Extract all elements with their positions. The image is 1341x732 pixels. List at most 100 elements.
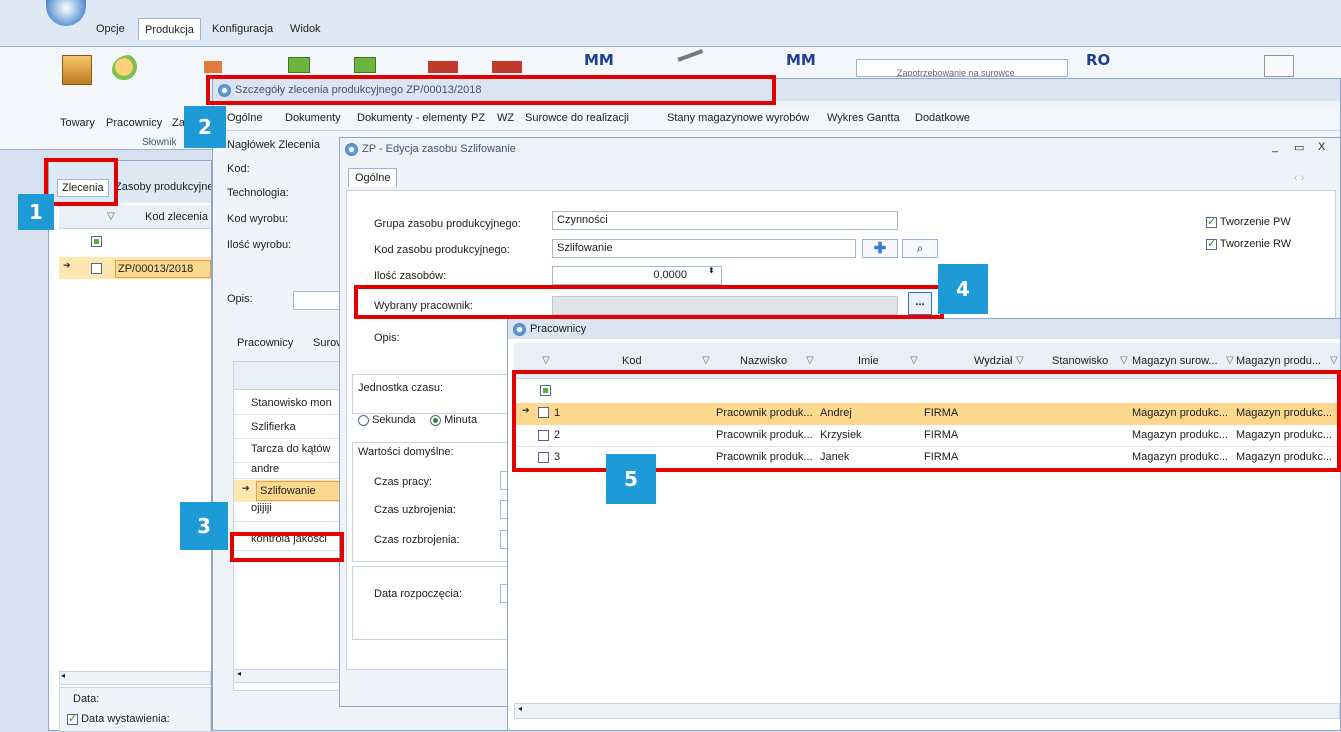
spin-icon[interactable]: ⬍ — [708, 266, 715, 275]
scroll-left-icon[interactable]: ◂ — [61, 671, 65, 680]
factory-icon-2[interactable] — [492, 61, 522, 73]
column-kod-zlecenia[interactable]: Kod zlecenia — [145, 211, 208, 223]
tab-surowce[interactable]: Surowce do realizacji — [525, 112, 629, 124]
ribbon-tab-widok[interactable]: Widok — [284, 18, 327, 40]
highlight-box-1 — [44, 158, 118, 206]
scroll-left-icon[interactable]: ◂ — [518, 704, 522, 713]
mm-label[interactable]: MM — [584, 51, 614, 69]
tab-pz[interactable]: PZ — [471, 112, 485, 124]
grupa-zasobu-field[interactable]: Czynności — [552, 211, 898, 230]
sekunda-radio[interactable]: Sekunda — [358, 414, 416, 426]
edit-tab-ogolne[interactable]: Ogólne — [348, 168, 398, 187]
green-item-icon-2[interactable] — [354, 57, 376, 73]
ribbon-button-towary[interactable]: Towary — [60, 117, 95, 129]
ribbon-tab-opcje[interactable]: Opcje — [90, 18, 131, 40]
data-label: Data: — [73, 693, 100, 705]
tworzenie-pw-checkbox[interactable]: Tworzenie PW — [1206, 216, 1291, 228]
close-button[interactable]: X — [1318, 141, 1325, 153]
mm-label-2[interactable]: MM — [786, 51, 816, 69]
naglowek-zlecenia-label: Nagłówek Zlecenia — [227, 139, 320, 151]
filter-icon[interactable]: ▽ — [910, 355, 918, 366]
scroll-left-icon[interactable]: ◂ — [237, 669, 241, 678]
row-pointer-icon: ➔ — [63, 260, 71, 270]
field-kod-wyrobu-label: Kod wyrobu: — [227, 213, 289, 225]
left-hscrollbar[interactable] — [59, 671, 211, 685]
hammer-icon[interactable] — [677, 49, 709, 77]
ribbon-tab-produkcja[interactable]: Produkcja — [138, 18, 201, 40]
resource-row[interactable]: ojijiji — [234, 502, 352, 522]
column-magazyn-surowcow[interactable]: Magazyn surow... — [1132, 355, 1228, 367]
filter-icon[interactable]: ▽ — [542, 355, 550, 366]
ilosc-zasobow-label: Ilość zasobów: — [374, 270, 447, 282]
tab-wz[interactable]: WZ — [497, 112, 514, 124]
column-stanowisko[interactable]: Stanowisko — [1052, 355, 1108, 367]
filter-icon[interactable]: ▽ — [107, 211, 115, 222]
filter-icon[interactable]: ▽ — [1330, 355, 1338, 366]
maximize-button[interactable]: ▭ — [1294, 141, 1304, 154]
tworzenie-rw-label: Tworzenie RW — [1219, 238, 1292, 250]
callout-4: 4 — [938, 264, 988, 314]
resource-row[interactable]: Szlifierka — [234, 415, 352, 439]
resources-header — [234, 362, 352, 390]
resource-row[interactable]: andre — [234, 463, 352, 479]
ribbon-button-pracownicy[interactable]: Pracownicy — [106, 117, 162, 129]
pracownicy-icon[interactable] — [112, 55, 146, 85]
callout-1: 1 — [18, 194, 54, 230]
filter-icon[interactable]: ▽ — [806, 355, 814, 366]
add-row-icon[interactable] — [91, 236, 102, 250]
ribbon-button-za[interactable]: Za — [172, 117, 185, 129]
column-nazwisko[interactable]: Nazwisko — [740, 355, 787, 367]
column-imie[interactable]: Imie — [858, 355, 879, 367]
resource-szlifowanie[interactable]: Szlifowanie — [256, 481, 346, 501]
data-wystawienia-checkbox[interactable]: Data wystawienia: — [67, 713, 170, 725]
ro-label[interactable]: RO — [1086, 51, 1110, 69]
zapotrzebowanie-button[interactable]: Zapotrzebowanie na surowce — [856, 59, 1068, 77]
minuta-radio[interactable]: Minuta — [430, 414, 504, 426]
tab-stany-magazynowe[interactable]: Stany magazynowe wyrobów — [667, 112, 809, 124]
tab-ogolne[interactable]: Ogólne — [227, 112, 262, 124]
row-pointer-icon: ➔ — [242, 483, 250, 493]
czas-pracy-label: Czas pracy: — [374, 476, 433, 488]
filter-icon[interactable]: ▽ — [1016, 355, 1024, 366]
lower-tab-pracownicy[interactable]: Pracownicy — [237, 337, 293, 349]
tab-dokumenty-elementy[interactable]: Dokumenty - elementy — [357, 112, 467, 124]
towary-icon[interactable] — [62, 55, 92, 85]
tab-dodatkowe[interactable]: Dodatkowe — [915, 112, 970, 124]
column-wydzial[interactable]: Wydział — [974, 355, 1012, 367]
add-button[interactable]: ✚ — [862, 239, 898, 258]
filter-icon[interactable]: ▽ — [1120, 355, 1128, 366]
callout-5: 5 — [606, 454, 656, 504]
factory-icon[interactable] — [428, 61, 458, 73]
highlight-box-3 — [230, 532, 344, 562]
resource-row[interactable]: Tarcza do kątów — [234, 439, 352, 463]
left-row-kod[interactable]: ZP/00013/2018 — [115, 260, 211, 278]
nav-arrows-icon[interactable]: ‹ › — [1294, 172, 1304, 184]
pracownicy-titlebar[interactable]: Pracownicy — [508, 319, 1340, 339]
column-magazyn-produktow[interactable]: Magazyn produ... — [1236, 355, 1328, 367]
tab-wykres-gantta[interactable]: Wykres Gantta — [827, 112, 900, 124]
tab-dokumenty[interactable]: Dokumenty — [285, 112, 341, 124]
minimize-button[interactable]: _ — [1272, 141, 1278, 153]
edit-window-title: ZP - Edycja zasobu Szlifowanie — [362, 143, 516, 155]
pracownicy-hscrollbar[interactable] — [514, 703, 1340, 719]
filter-icon[interactable]: ▽ — [1226, 355, 1234, 366]
jednostka-label: Jednostka czasu: — [358, 382, 443, 394]
row-checkbox[interactable] — [91, 262, 102, 274]
app-logo-icon[interactable] — [46, 0, 86, 26]
filter-icon[interactable]: ▽ — [702, 355, 710, 366]
ribbon-group-slownik: Słownik — [142, 137, 177, 148]
print-icon[interactable] — [1264, 55, 1294, 77]
kod-zasobu-field[interactable]: Szlifowanie — [552, 239, 856, 258]
tab-zasoby-produkcyjne[interactable]: Zasoby produkcyjne — [115, 181, 211, 193]
ribbon-tab-konfiguracja[interactable]: Konfiguracja — [206, 18, 279, 40]
edit-window-titlebar[interactable]: ZP - Edycja zasobu Szlifowanie — [340, 138, 1340, 160]
czas-uzbrojenia-label: Czas uzbrojenia: — [374, 504, 456, 516]
search-icon[interactable]: ⌕ — [902, 239, 938, 258]
resource-row[interactable]: Stanowisko mon — [234, 391, 352, 415]
green-item-icon[interactable] — [288, 57, 310, 73]
tworzenie-rw-checkbox[interactable]: Tworzenie RW — [1206, 238, 1291, 250]
ilosc-zasobow-field[interactable]: 0,0000 — [552, 266, 722, 285]
zlecenia-icon[interactable] — [204, 61, 222, 73]
resources-hscrollbar[interactable] — [233, 669, 353, 683]
column-kod[interactable]: Kod — [622, 355, 642, 367]
